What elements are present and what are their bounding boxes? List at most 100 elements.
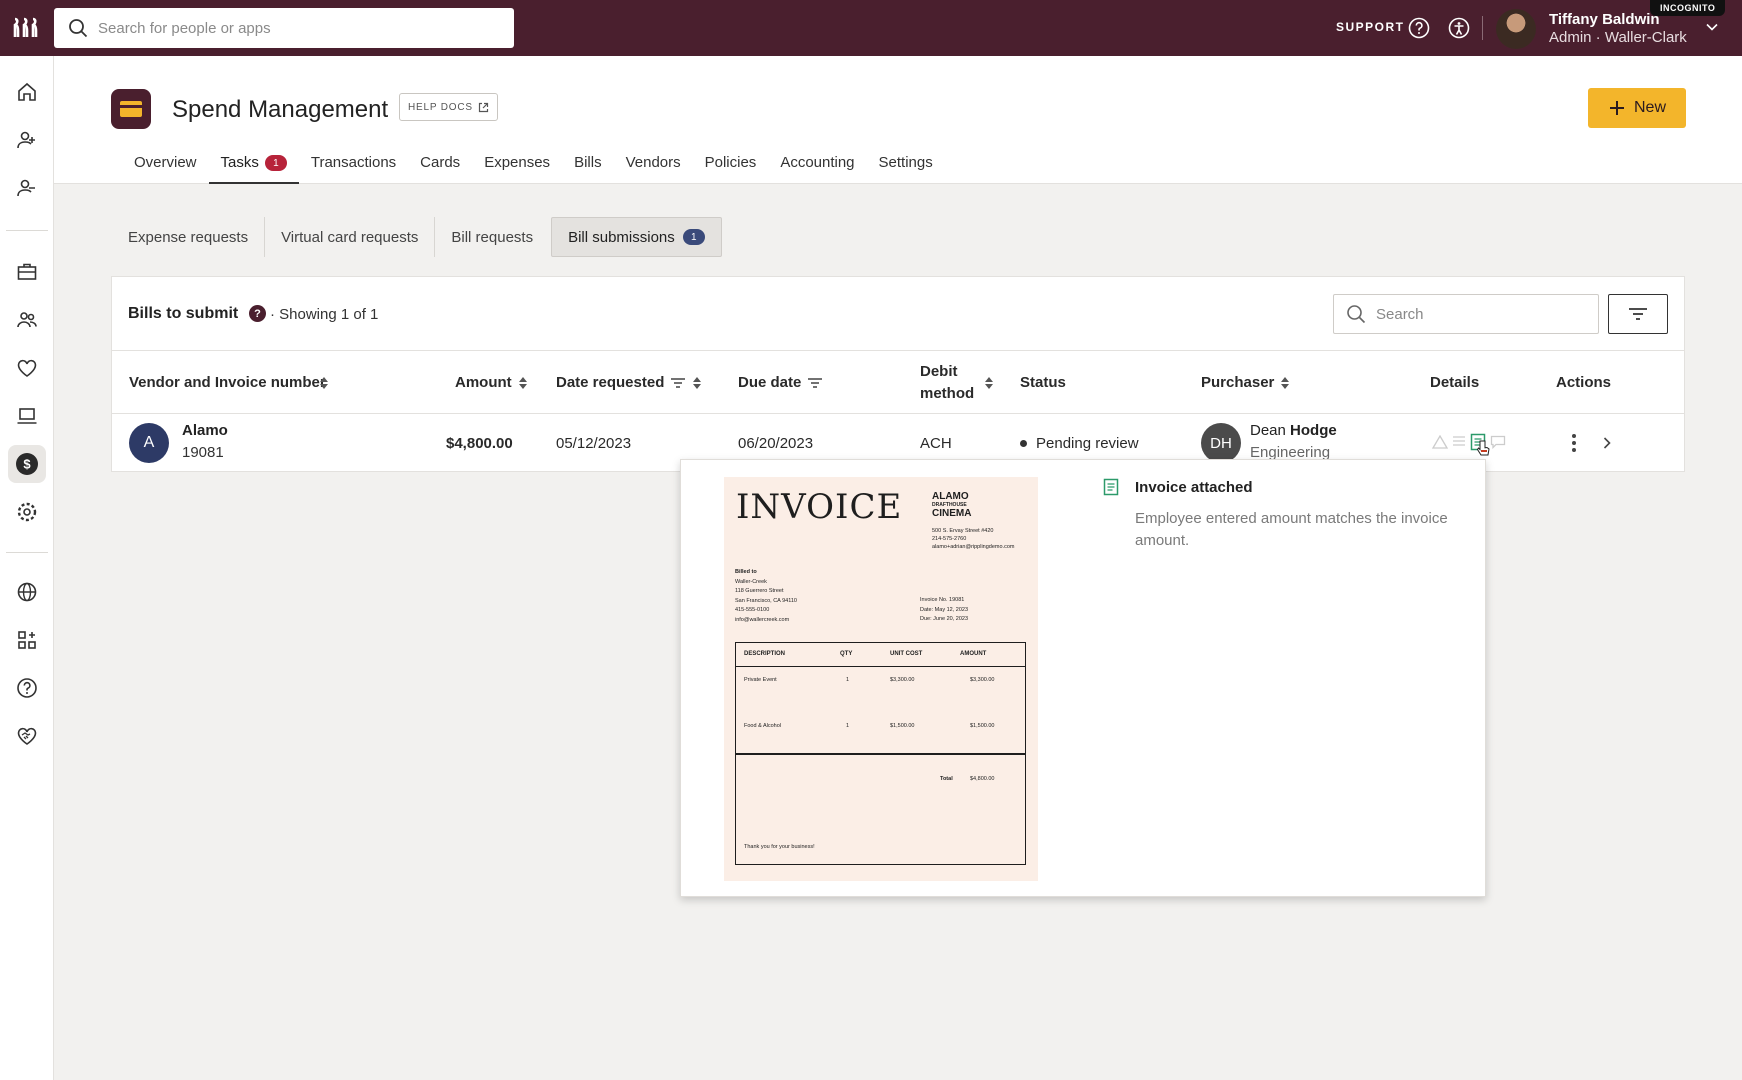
col-date-requested[interactable]: Date requested [556,351,702,415]
tasks-count-badge: 1 [264,155,287,171]
tab-vendors[interactable]: Vendors [614,154,693,184]
accessibility-icon[interactable] [1448,17,1470,39]
more-options-icon[interactable] [1571,433,1577,453]
col-purchaser[interactable]: Purchaser [1201,351,1290,415]
bill-submissions-count-badge: 1 [682,229,705,245]
table-search-input[interactable] [1376,305,1576,323]
sidebar-item-apps[interactable] [8,621,46,659]
sidebar-item-spend[interactable]: $ [8,445,46,483]
tab-overview[interactable]: Overview [122,154,209,184]
sidebar-item-home[interactable] [8,73,46,111]
invoice-addr-line: 214-575-2760 [932,536,967,542]
invoice-item-desc: Food & Alcohol [744,723,781,729]
warning-icon[interactable] [1432,435,1448,449]
status-text: Pending review [1036,434,1139,452]
sidebar-item-partners[interactable] [8,717,46,755]
subtab-bill-submissions[interactable]: Bill submissions 1 [551,217,722,257]
tab-cards[interactable]: Cards [408,154,472,184]
tab-transactions[interactable]: Transactions [299,154,408,184]
invoice-brand-line: CINEMA [932,508,972,519]
external-link-icon [478,102,488,112]
briefcase-icon [17,263,37,280]
user-avatar[interactable] [1496,9,1536,49]
tab-tasks[interactable]: Tasks 1 [208,154,299,184]
sidebar-item-people[interactable] [8,301,46,339]
col-due-date[interactable]: Due date [738,351,823,415]
filter-icon [671,378,686,388]
sort-icon[interactable] [319,376,329,390]
user-name[interactable]: Tiffany Baldwin [1549,11,1660,28]
invoice-total-value: $4,800.00 [970,776,995,782]
plus-icon [1609,101,1624,115]
subtab-virtual-card-requests[interactable]: Virtual card requests [265,217,436,257]
invoice-col-unit: UNIT COST [890,651,923,657]
tab-label: Overview [134,154,197,171]
sidebar-item-remove-person[interactable] [8,169,46,207]
help-docs-link[interactable]: HELP DOCS [399,93,498,121]
col-actions: Actions [1556,351,1611,415]
invoice-billed-label: Billed to [735,569,757,575]
table-search[interactable] [1333,294,1599,334]
help-circle-icon[interactable] [1408,17,1430,39]
help-icon [17,678,37,698]
question-icon[interactable]: ? [249,305,266,322]
tab-label: Bills [574,154,602,171]
sidebar-item-help[interactable] [8,669,46,707]
sort-icon[interactable] [984,376,994,390]
dollar-icon: $ [16,453,38,475]
chevron-down-icon[interactable] [1705,20,1719,34]
user-role: Admin · Waller-Clark [1549,29,1687,46]
col-amount[interactable]: Amount [455,351,528,415]
page-title: Spend Management [172,96,389,123]
invoice-billed-line: Waller-Creek [735,578,767,585]
pointer-cursor-icon [1476,440,1490,456]
task-subtabs: Expense requests Virtual card requests B… [112,217,722,257]
tab-accounting[interactable]: Accounting [768,154,866,184]
new-button-label: New [1633,99,1666,116]
tab-label: Vendors [625,154,681,171]
sidebar-item-global[interactable] [8,573,46,611]
invoice-col-desc: DESCRIPTION [744,651,786,657]
invoice-table-header: DESCRIPTION QTY UNIT COST AMOUNT [736,643,1025,667]
notes-icon[interactable] [1452,435,1466,449]
home-icon [18,82,36,101]
tab-label: Accounting [780,154,855,171]
receipt-icon [1103,478,1119,496]
tab-label: Expenses [484,154,551,171]
tab-label: Cards [420,154,461,171]
remove-person-icon [17,179,35,197]
col-label: Debit method [920,363,975,402]
invoice-divider [736,753,1025,755]
search-icon [69,19,88,38]
new-button[interactable]: New [1588,88,1686,128]
col-vendor[interactable]: Vendor and Invoice number [129,351,329,415]
tab-expenses[interactable]: Expenses [472,154,562,184]
sidebar-item-add-person[interactable] [8,121,46,159]
invoice-col-qty: QTY [840,651,853,657]
comment-icon[interactable] [1490,435,1506,449]
tab-bills[interactable]: Bills [562,154,614,184]
support-link[interactable]: SUPPORT [1336,20,1405,34]
sidebar-item-benefits[interactable] [8,349,46,387]
add-person-icon [17,131,35,149]
tab-label: Transactions [310,154,397,171]
rippling-logo-icon[interactable] [12,16,42,40]
filter-button[interactable] [1608,294,1668,334]
global-search-input[interactable] [98,19,478,37]
col-debit-method[interactable]: Debit method [920,351,980,415]
laptop-icon [17,408,37,424]
invoice-brand-line: ALAMO [932,491,969,502]
subtab-bill-requests[interactable]: Bill requests [435,217,549,257]
tab-policies[interactable]: Policies [693,154,769,184]
help-docs-label: HELP DOCS [408,101,473,113]
sort-icon [518,377,527,389]
tab-settings[interactable]: Settings [867,154,945,184]
chevron-right-icon[interactable] [1602,436,1612,450]
date-requested-cell: 05/12/2023 [556,434,632,452]
sidebar-item-settings[interactable] [8,493,46,531]
sidebar-item-devices[interactable] [8,397,46,435]
invoice-item-qty: 1 [846,677,850,683]
sidebar-item-briefcase[interactable] [8,253,46,291]
subtab-expense-requests[interactable]: Expense requests [112,217,266,257]
global-search[interactable] [54,8,514,48]
